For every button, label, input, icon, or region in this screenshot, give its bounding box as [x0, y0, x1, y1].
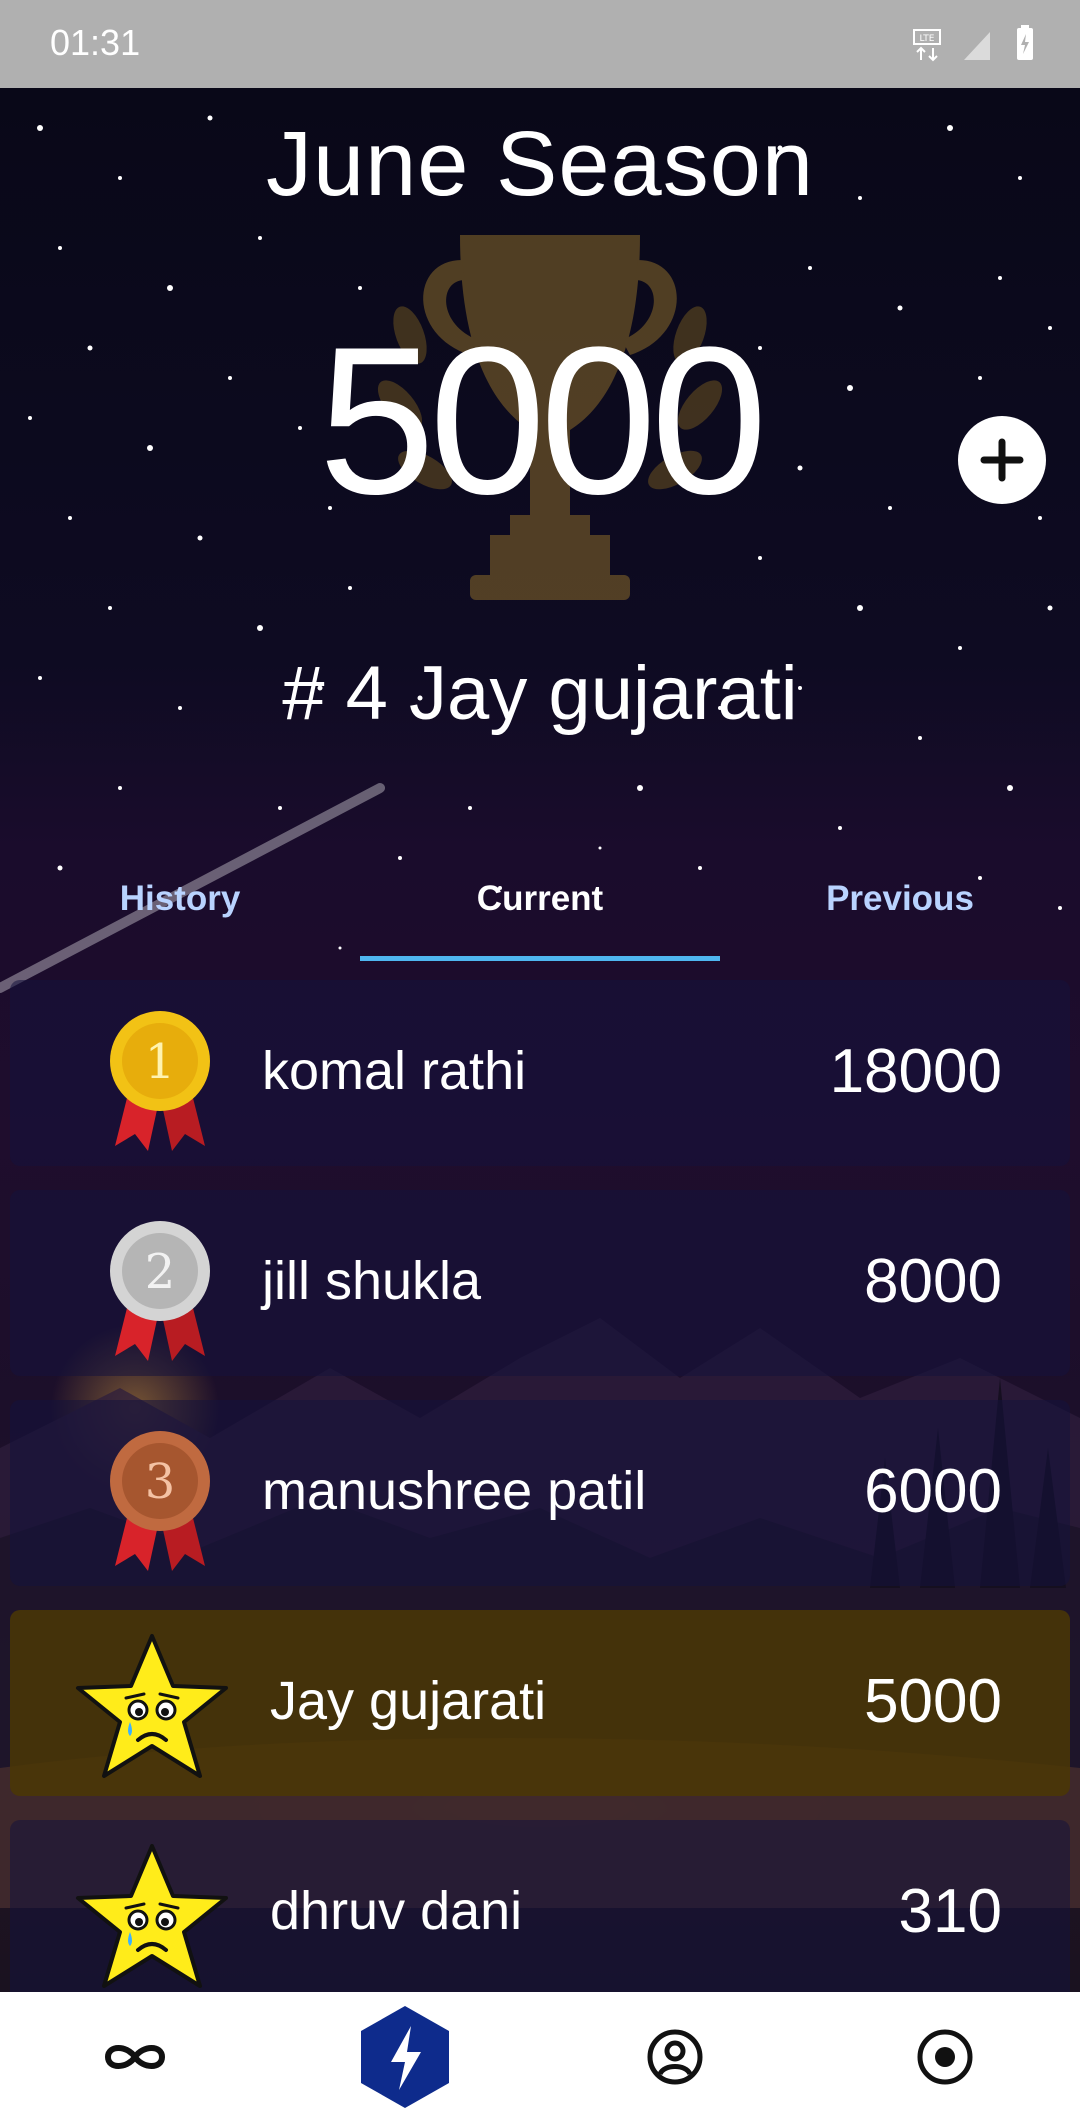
- player-name: komal rathi: [262, 1041, 527, 1101]
- add-button[interactable]: [958, 416, 1046, 504]
- sad-star-icon: [76, 1844, 228, 1988]
- player-points: 310: [898, 1877, 1002, 1946]
- leaderboard-row[interactable]: 2 jill shukla 8000: [10, 1190, 1070, 1376]
- svg-text:LTE: LTE: [920, 34, 935, 44]
- player-points: 6000: [864, 1457, 1002, 1526]
- user-rank: # 4 Jay gujarati: [282, 651, 798, 736]
- nav-target[interactable]: [810, 1992, 1080, 2122]
- bottom-nav: [0, 1992, 1080, 2122]
- tab-history[interactable]: History: [0, 860, 360, 960]
- battery-icon: [1017, 25, 1033, 60]
- silver-medal-icon: 2: [110, 1221, 210, 1361]
- nav-bolt[interactable]: [270, 1992, 540, 2122]
- season-title: June Season: [265, 113, 815, 215]
- gold-medal-icon: 1: [110, 1011, 210, 1151]
- player-name: dhruv dani: [270, 1881, 523, 1941]
- status-time: 01:31: [50, 22, 141, 63]
- plus-icon: [980, 438, 1024, 482]
- nav-infinity[interactable]: [0, 1992, 270, 2122]
- player-points: 5000: [864, 1667, 1002, 1736]
- nav-profile[interactable]: [540, 1992, 810, 2122]
- bolt-icon: [361, 2006, 449, 2108]
- tab-previous[interactable]: Previous: [720, 860, 1080, 960]
- status-icons: LTE: [912, 24, 1042, 64]
- tab-bar: History Current Previous: [0, 860, 1080, 970]
- target-icon: [917, 2029, 973, 2085]
- player-name: manushree patil: [262, 1461, 647, 1521]
- signal-icon: [964, 32, 990, 60]
- player-points: 8000: [864, 1247, 1002, 1316]
- svg-text:3: 3: [145, 1454, 176, 1510]
- svg-text:1: 1: [145, 1034, 176, 1090]
- player-points: 18000: [829, 1037, 1002, 1106]
- leaderboard-row[interactable]: 3 manushree patil 6000: [10, 1400, 1070, 1586]
- player-name: jill shukla: [262, 1251, 482, 1311]
- lte-icon: LTE: [913, 29, 941, 62]
- leaderboard-row-current-user[interactable]: Jay gujarati 5000: [10, 1610, 1070, 1796]
- svg-text:2: 2: [145, 1244, 176, 1300]
- player-name: Jay gujarati: [270, 1671, 547, 1731]
- tab-indicator: [360, 956, 720, 961]
- profile-icon: [647, 2029, 703, 2085]
- tab-current[interactable]: Current: [360, 860, 720, 960]
- leaderboard-row[interactable]: dhruv dani 310: [10, 1820, 1070, 2006]
- infinity-icon: [104, 2045, 166, 2069]
- bronze-medal-icon: 3: [110, 1431, 210, 1571]
- leaderboard-row[interactable]: 1 komal rathi 18000: [10, 980, 1070, 1166]
- status-bar: 01:31 LTE: [0, 0, 1080, 88]
- season-score: 5000: [318, 303, 767, 538]
- sad-star-icon: [76, 1634, 228, 1778]
